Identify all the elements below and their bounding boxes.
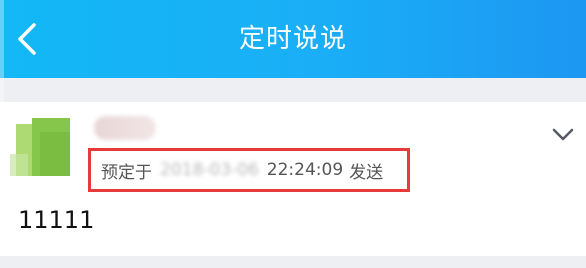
schedule-suffix: 发送 <box>349 162 384 183</box>
chevron-down-icon <box>552 128 574 141</box>
app-header: 定时说说 <box>0 0 586 78</box>
schedule-time: 22:24:09 <box>266 160 344 180</box>
scheduled-post-card[interactable]: 预定于 2018-03-06 22:24:09 发送 11111 <box>0 102 586 256</box>
page-title: 定时说说 <box>238 24 347 54</box>
avatar[interactable] <box>10 114 82 186</box>
author-name-blurred <box>94 116 156 140</box>
schedule-prefix: 预定于 <box>101 162 152 183</box>
schedule-info-highlight: 预定于 2018-03-06 22:24:09 发送 <box>88 148 410 192</box>
post-content: 11111 <box>18 206 95 234</box>
schedule-date-blurred: 2018-03-06 <box>160 160 259 180</box>
post-menu-button[interactable] <box>548 124 578 146</box>
bottom-spacer <box>0 256 586 268</box>
